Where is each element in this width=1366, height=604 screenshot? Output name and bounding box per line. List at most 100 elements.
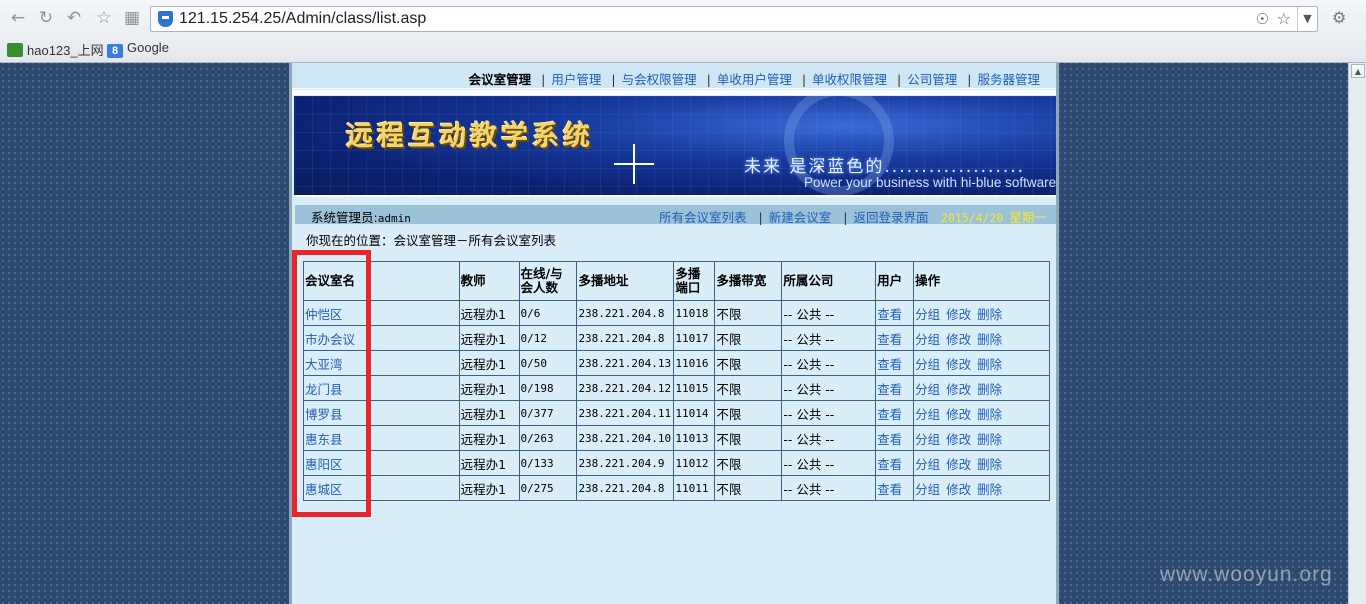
security-shield-icon [158,11,173,27]
teacher-cell: 远程办1 [458,300,520,326]
bandwidth-cell: 不限 [714,375,783,401]
scroll-up-icon[interactable]: ▲ [1351,64,1365,78]
back-to-login-link[interactable]: 返回登录界面 [837,210,934,225]
view-users-link[interactable]: 查看 [877,432,902,447]
multicast-port-cell: 11018 [673,300,716,326]
group-link[interactable]: 分组 [915,382,940,397]
teacher-cell: 远程办1 [458,475,520,501]
nav-single-receive-permission-mgmt[interactable]: 单收权限管理 [806,72,893,87]
group-link[interactable]: 分组 [915,407,940,422]
edit-link[interactable]: 修改 [946,382,971,397]
all-rooms-link[interactable]: 所有会议室列表 [653,210,753,225]
multicast-port-cell: 11012 [673,450,716,476]
delete-link[interactable]: 删除 [977,332,1002,347]
users-cell: 查看 [875,425,915,451]
col-company: 所属公司 [781,261,877,301]
nav-user-mgmt[interactable]: 用户管理 [545,72,607,87]
group-link[interactable]: 分组 [915,307,940,322]
view-users-link[interactable]: 查看 [877,382,902,397]
nav-attendance-permission-mgmt[interactable]: 与会权限管理 [616,72,703,87]
nav-single-receive-user-mgmt[interactable]: 单收用户管理 [711,72,798,87]
page-container: 会议室管理 用户管理 与会权限管理 单收用户管理 单收权限管理 公司管理 服务器… [289,63,1059,604]
company-cell: -- 公共 -- [781,350,877,376]
users-cell: 查看 [875,375,915,401]
bandwidth-cell: 不限 [714,350,783,376]
group-link[interactable]: 分组 [915,432,940,447]
view-users-link[interactable]: 查看 [877,332,902,347]
multicast-port-cell: 11016 [673,350,716,376]
favorite-star-icon[interactable]: ☆ [94,8,114,28]
operations-cell: 分组 修改 删除 [913,325,1050,351]
group-link[interactable]: 分组 [915,482,940,497]
online-count-cell: 0/275 [518,475,578,501]
bookmark-star-icon[interactable]: ☆ [1277,9,1291,28]
edit-link[interactable]: 修改 [946,457,971,472]
view-users-link[interactable]: 查看 [877,307,902,322]
bandwidth-cell: 不限 [714,450,783,476]
multicast-address-cell: 238.221.204.8 [576,300,675,326]
table-row: 惠东县 远程办1 0/263 238.221.204.10 11013 不限 -- 公共 -… [303,425,1050,451]
user-links: 所有会议室列表新建会议室返回登录界面 [653,207,934,226]
delete-link[interactable]: 删除 [977,307,1002,322]
group-link[interactable]: 分组 [915,457,940,472]
date-text: 2015/4/20 [941,211,1004,225]
edit-link[interactable]: 修改 [946,407,971,422]
multicast-address-cell: 238.221.204.8 [576,325,675,351]
vertical-scrollbar[interactable]: ▲ [1348,63,1366,604]
delete-link[interactable]: 删除 [977,457,1002,472]
multicast-address-cell: 238.221.204.12 [576,375,675,401]
view-users-link[interactable]: 查看 [877,457,902,472]
delete-link[interactable]: 删除 [977,432,1002,447]
bandwidth-cell: 不限 [714,325,783,351]
edit-link[interactable]: 修改 [946,432,971,447]
google-icon: 8 [107,44,123,58]
hao123-icon [7,43,23,57]
company-cell: -- 公共 -- [781,300,877,326]
online-count-cell: 0/263 [518,425,578,451]
edit-link[interactable]: 修改 [946,307,971,322]
bandwidth-cell: 不限 [714,400,783,426]
bookmark-google[interactable]: 8 Google [107,40,169,58]
operations-cell: 分组 修改 删除 [913,450,1050,476]
grid-apps-icon[interactable]: ▦ [122,8,142,28]
online-count-cell: 0/133 [518,450,578,476]
view-users-link[interactable]: 查看 [877,357,902,372]
group-link[interactable]: 分组 [915,332,940,347]
multicast-address-cell: 238.221.204.9 [576,450,675,476]
col-operations: 操作 [913,261,1050,301]
new-room-link[interactable]: 新建会议室 [753,210,838,225]
col-online-count: 在线/与 会人数 [518,261,578,301]
group-link[interactable]: 分组 [915,357,940,372]
edit-link[interactable]: 修改 [946,357,971,372]
edit-link[interactable]: 修改 [946,482,971,497]
address-dropdown-icon[interactable]: ▼ [1297,7,1317,31]
delete-link[interactable]: 删除 [977,482,1002,497]
view-users-link[interactable]: 查看 [877,482,902,497]
nav-server-mgmt[interactable]: 服务器管理 [971,72,1046,87]
reload-icon[interactable]: ↻ [36,8,56,28]
wrench-menu-icon[interactable]: ⚙ [1332,8,1346,27]
view-users-link[interactable]: 查看 [877,407,902,422]
nav-company-mgmt[interactable]: 公司管理 [901,72,963,87]
teacher-cell: 远程办1 [458,325,520,351]
current-date: 2015/4/20 星期一 [941,207,1047,226]
teacher-cell: 远程办1 [458,425,520,451]
nav-meeting-room-mgmt[interactable]: 会议室管理 [463,72,538,87]
bookmark-hao123[interactable]: hao123_上网 [7,40,104,59]
bandwidth-cell: 不限 [714,475,783,501]
delete-link[interactable]: 删除 [977,357,1002,372]
delete-link[interactable]: 删除 [977,407,1002,422]
online-count-cell: 0/50 [518,350,578,376]
delete-link[interactable]: 删除 [977,382,1002,397]
url-text[interactable]: 121.15.254.25/Admin/class/list.asp [179,10,426,28]
col-online-line1: 在线/与 [520,266,563,281]
teacher-cell: 远程办1 [458,350,520,376]
back-arrow-icon[interactable]: ← [8,8,28,28]
teacher-cell: 远程办1 [458,450,520,476]
col-teacher: 教师 [458,261,520,301]
undo-arrow-icon[interactable]: ↶ [64,8,84,28]
ie-mode-icon[interactable]: ☉ [1256,10,1269,28]
address-bar[interactable]: 121.15.254.25/Admin/class/list.asp ☉ ☆ ▼ [150,6,1318,32]
edit-link[interactable]: 修改 [946,332,971,347]
bandwidth-cell: 不限 [714,300,783,326]
